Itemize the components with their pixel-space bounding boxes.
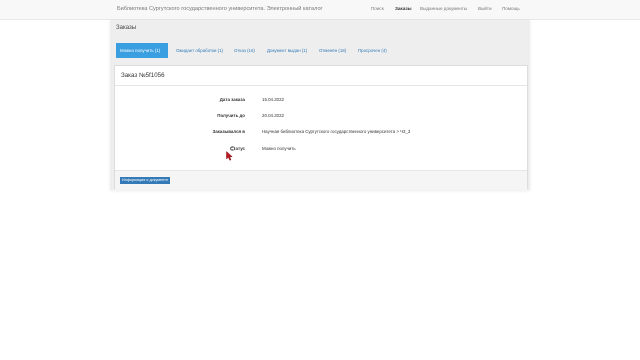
nav-logout[interactable]: Выйти bbox=[478, 6, 492, 11]
order-date-label: Дата заказа bbox=[219, 97, 245, 102]
order-panel-header: Заказ №5f1056 bbox=[115, 66, 527, 86]
order-panel: Заказ №5f1056 Дата заказа 15.04.2022 Пол… bbox=[114, 65, 528, 190]
nav-issued-documents[interactable]: Выданные документы bbox=[420, 6, 467, 11]
status-value: Можно получить bbox=[262, 146, 296, 151]
main-container: Заказы Можно получить (1) Ожидает обрабо… bbox=[110, 20, 530, 190]
ordered-in-value: Научная библиотека Сургутского государст… bbox=[262, 129, 411, 134]
tab-refused[interactable]: Отказ (16) bbox=[230, 43, 259, 58]
tab-overdue[interactable]: Просрочен (4) bbox=[354, 43, 391, 58]
app-title[interactable]: Библиотека Сургутского государственного … bbox=[117, 6, 323, 12]
pickup-deadline-value: 20.04.2022 bbox=[262, 113, 284, 118]
order-details: Дата заказа 15.04.2022 Получить до 20.04… bbox=[115, 86, 527, 170]
ordered-in-label: Заказывался в bbox=[212, 129, 245, 134]
tab-can-receive[interactable]: Можно получить (1) bbox=[116, 43, 168, 58]
top-navbar: Библиотека Сургутского государственного … bbox=[0, 0, 640, 20]
nav-orders[interactable]: Заказы bbox=[395, 6, 412, 11]
order-date-value: 15.04.2022 bbox=[262, 97, 284, 102]
tab-cancelled[interactable]: Отменён (18) bbox=[315, 43, 350, 58]
nav-search[interactable]: Поиск bbox=[371, 6, 384, 11]
mouse-pointer-icon bbox=[226, 151, 233, 161]
tab-awaiting-processing[interactable]: Ожидает обработки (1) bbox=[172, 43, 227, 58]
document-info-button[interactable]: Информация о документе bbox=[120, 177, 170, 184]
nav-help[interactable]: Помощь bbox=[502, 6, 520, 11]
page-title: Заказы bbox=[116, 25, 137, 31]
order-panel-footer: Информация о документе bbox=[115, 170, 527, 190]
pickup-deadline-label: Получить до bbox=[217, 113, 245, 118]
tab-document-issued[interactable]: Документ выдан (1) bbox=[263, 43, 311, 58]
order-title: Заказ №5f1056 bbox=[121, 72, 165, 79]
